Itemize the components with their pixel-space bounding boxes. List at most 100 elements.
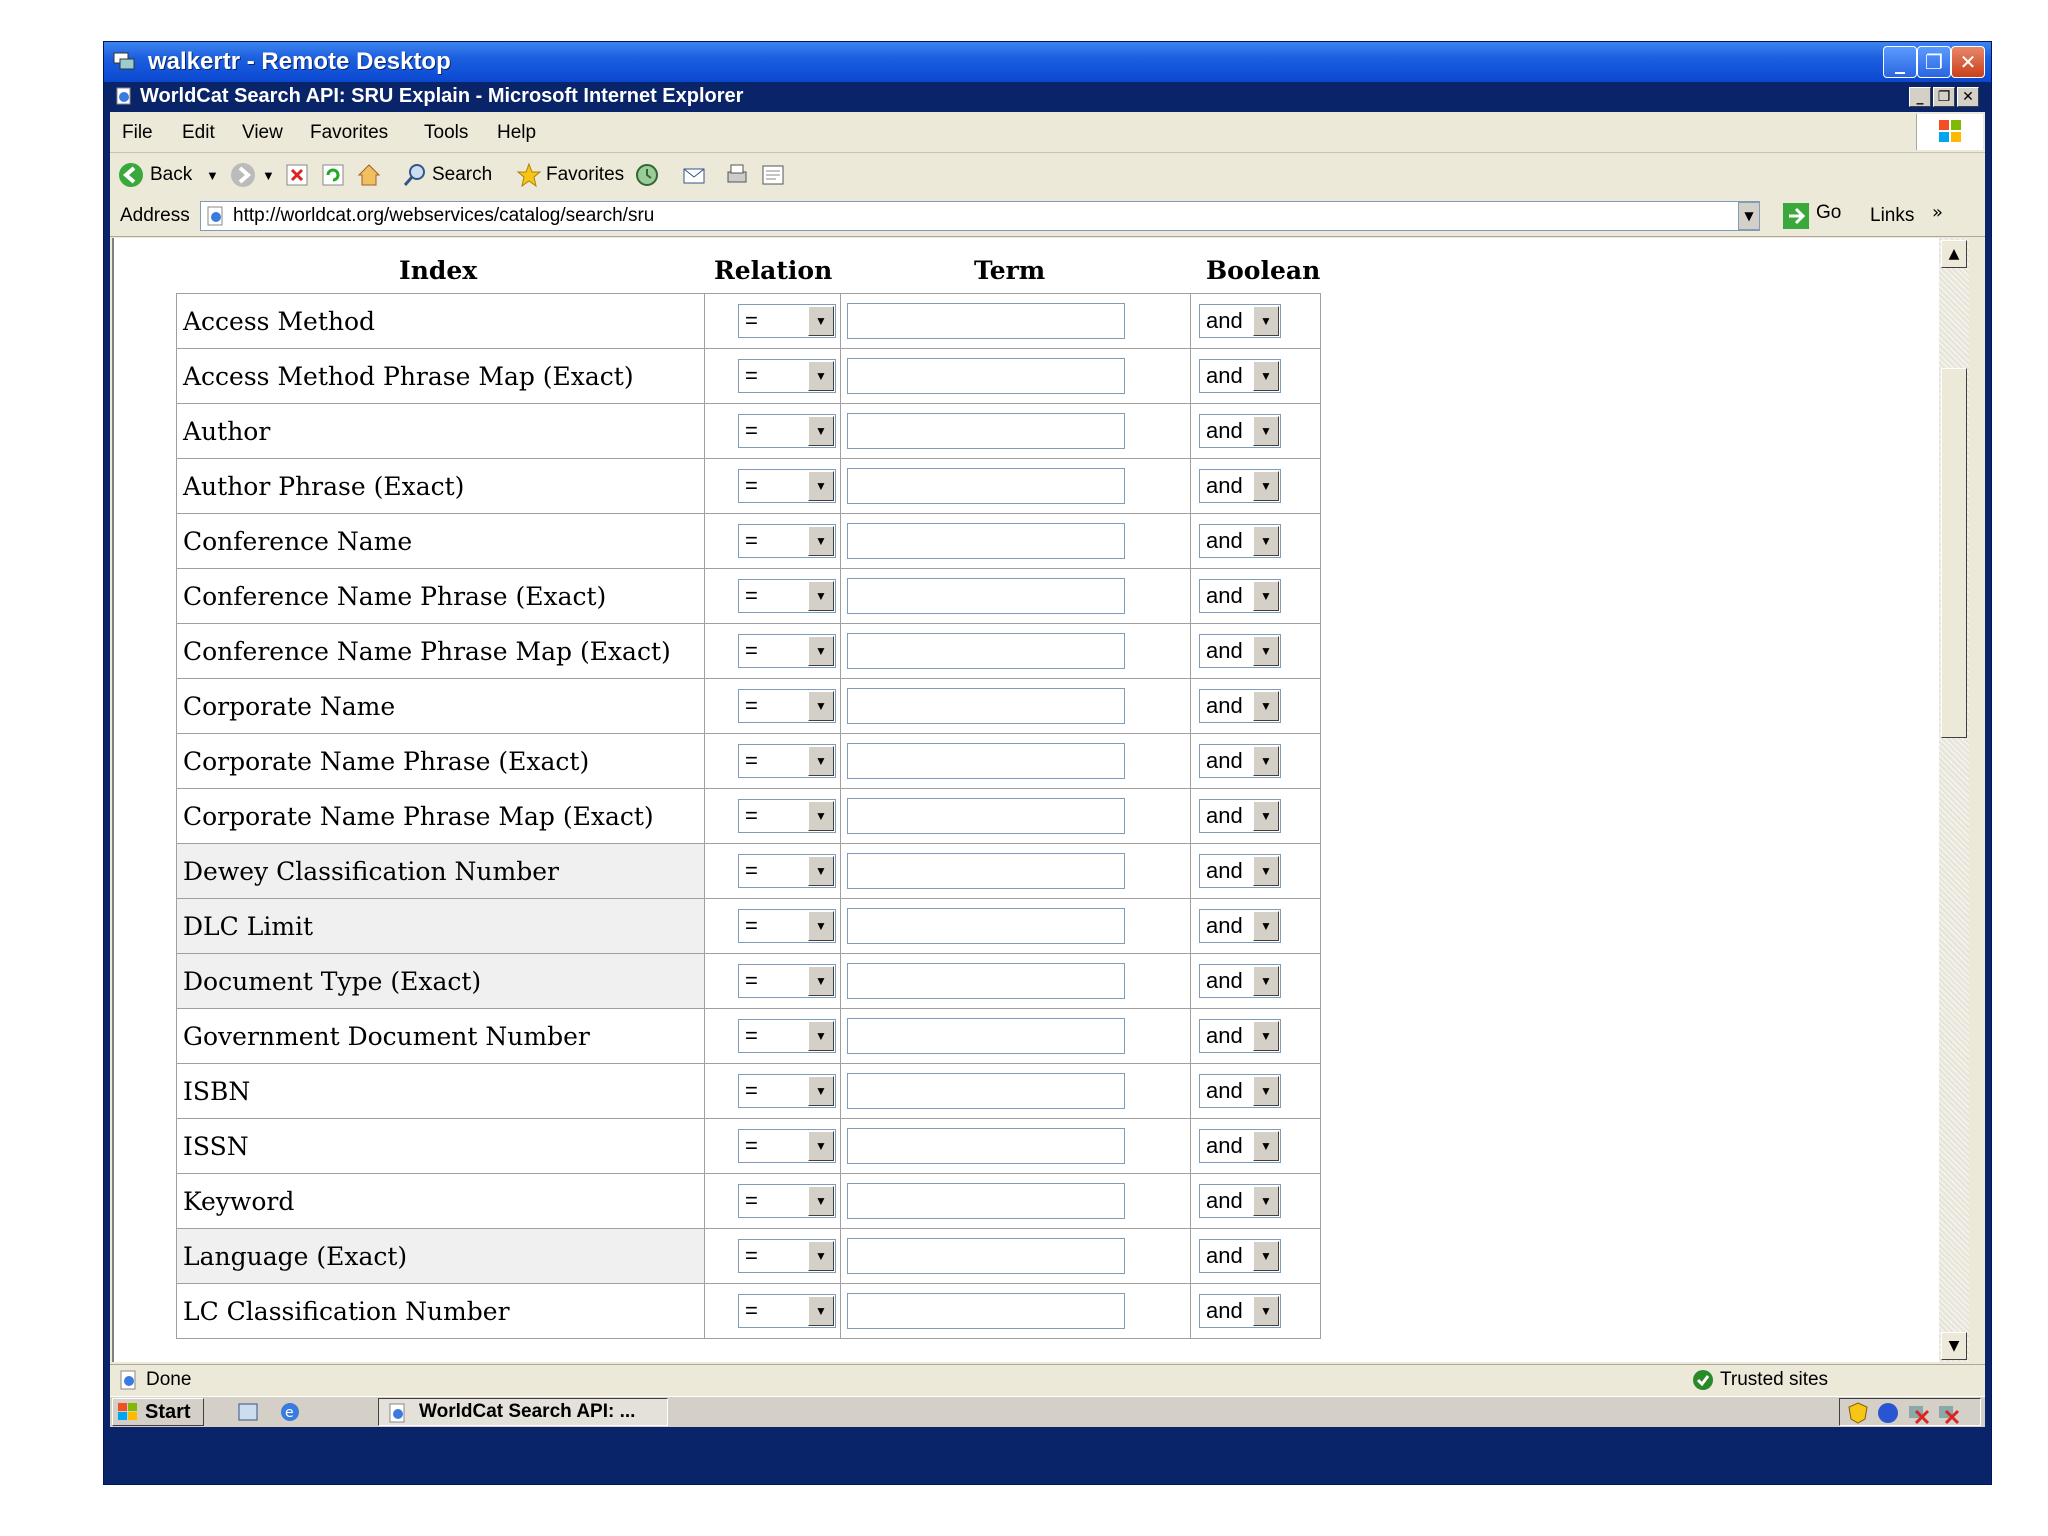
term-input[interactable] [847,413,1125,449]
dropdown-arrow-icon[interactable]: ▼ [808,361,834,391]
boolean-select[interactable]: and ▼ [1199,799,1281,833]
relation-select[interactable]: = ▼ [738,634,836,668]
boolean-select[interactable]: and ▼ [1199,1129,1281,1163]
dropdown-arrow-icon[interactable]: ▼ [808,966,834,996]
back-dropdown-icon[interactable]: ▼ [206,168,219,183]
boolean-select[interactable]: and ▼ [1199,469,1281,503]
address-input[interactable]: http://worldcat.org/webservices/catalog/… [200,201,1760,231]
term-input[interactable] [847,798,1125,834]
print-icon[interactable] [724,162,750,188]
links-button[interactable]: Links [1870,205,1914,227]
relation-select[interactable]: = ▼ [738,1074,836,1108]
relation-select[interactable]: = ▼ [738,524,836,558]
home-icon[interactable] [356,162,382,188]
start-button[interactable]: Start [112,1398,204,1426]
relation-select[interactable]: = ▼ [738,579,836,613]
dropdown-arrow-icon[interactable]: ▼ [808,471,834,501]
dropdown-arrow-icon[interactable]: ▼ [1253,1021,1279,1051]
dropdown-arrow-icon[interactable]: ▼ [808,1186,834,1216]
boolean-select[interactable]: and ▼ [1199,909,1281,943]
dropdown-arrow-icon[interactable]: ▼ [1253,746,1279,776]
relation-select[interactable]: = ▼ [738,1239,836,1273]
dropdown-arrow-icon[interactable]: ▼ [1253,801,1279,831]
go-button[interactable]: Go [1816,202,1841,224]
menu-tools[interactable]: Tools [424,122,468,144]
dropdown-arrow-icon[interactable]: ▼ [1253,966,1279,996]
term-input[interactable] [847,1183,1125,1219]
mail-icon[interactable] [682,162,708,188]
boolean-select[interactable]: and ▼ [1199,579,1281,613]
boolean-select[interactable]: and ▼ [1199,1294,1281,1328]
term-input[interactable] [847,1018,1125,1054]
boolean-select[interactable]: and ▼ [1199,634,1281,668]
back-button[interactable]: Back [150,164,192,186]
term-input[interactable] [847,468,1125,504]
boolean-select[interactable]: and ▼ [1199,304,1281,338]
back-arrow-icon[interactable] [118,162,144,188]
boolean-select[interactable]: and ▼ [1199,1019,1281,1053]
relation-select[interactable]: = ▼ [738,964,836,998]
term-input[interactable] [847,963,1125,999]
boolean-select[interactable]: and ▼ [1199,524,1281,558]
dropdown-arrow-icon[interactable]: ▼ [1253,1296,1279,1326]
term-input[interactable] [847,908,1125,944]
boolean-select[interactable]: and ▼ [1199,1239,1281,1273]
menu-file[interactable]: File [122,122,153,144]
quick-launch-ie-icon[interactable]: e [278,1400,302,1424]
menu-view[interactable]: View [242,122,283,144]
favorites-star-icon[interactable] [516,162,542,188]
term-input[interactable] [847,853,1125,889]
dropdown-arrow-icon[interactable]: ▼ [808,1241,834,1271]
taskbar-ie-window-button[interactable]: WorldCat Search API: ... [378,1398,668,1426]
scroll-thumb[interactable] [1941,368,1967,738]
relation-select[interactable]: = ▼ [738,469,836,503]
address-dropdown-icon[interactable]: ▼ [1738,202,1760,230]
ie-restore-button[interactable]: ❐ [1933,87,1955,107]
forward-dropdown-icon[interactable]: ▼ [262,168,275,183]
relation-select[interactable]: = ▼ [738,1294,836,1328]
relation-select[interactable]: = ▼ [738,854,836,888]
boolean-select[interactable]: and ▼ [1199,854,1281,888]
dropdown-arrow-icon[interactable]: ▼ [808,636,834,666]
dropdown-arrow-icon[interactable]: ▼ [808,1131,834,1161]
dropdown-arrow-icon[interactable]: ▼ [1253,911,1279,941]
dropdown-arrow-icon[interactable]: ▼ [808,416,834,446]
rdp-restore-button[interactable]: ❐ [1917,46,1951,78]
links-chevron-icon[interactable]: » [1932,202,1943,223]
dropdown-arrow-icon[interactable]: ▼ [808,746,834,776]
boolean-select[interactable]: and ▼ [1199,964,1281,998]
quick-launch-desktop-icon[interactable] [236,1400,260,1424]
rdp-close-button[interactable]: ✕ [1951,46,1985,78]
relation-select[interactable]: = ▼ [738,689,836,723]
term-input[interactable] [847,358,1125,394]
term-input[interactable] [847,1073,1125,1109]
stop-icon[interactable] [284,162,310,188]
favorites-button[interactable]: Favorites [546,164,624,186]
go-arrow-icon[interactable] [1782,202,1810,230]
boolean-select[interactable]: and ▼ [1199,359,1281,393]
dropdown-arrow-icon[interactable]: ▼ [808,1021,834,1051]
term-input[interactable] [847,578,1125,614]
dropdown-arrow-icon[interactable]: ▼ [808,691,834,721]
menu-help[interactable]: Help [497,122,536,144]
search-icon[interactable] [402,162,428,188]
ie-minimize-button[interactable]: _ [1909,87,1931,107]
disconnected-network-icon[interactable] [1906,1401,1930,1425]
dropdown-arrow-icon[interactable]: ▼ [1253,581,1279,611]
term-input[interactable] [847,523,1125,559]
dropdown-arrow-icon[interactable]: ▼ [1253,856,1279,886]
dropdown-arrow-icon[interactable]: ▼ [1253,691,1279,721]
dropdown-arrow-icon[interactable]: ▼ [1253,1076,1279,1106]
relation-select[interactable]: = ▼ [738,909,836,943]
dropdown-arrow-icon[interactable]: ▼ [1253,471,1279,501]
term-input[interactable] [847,1128,1125,1164]
boolean-select[interactable]: and ▼ [1199,414,1281,448]
disconnected-network-icon-2[interactable] [1936,1401,1960,1425]
search-button[interactable]: Search [432,164,492,186]
relation-select[interactable]: = ▼ [738,359,836,393]
ie-close-button[interactable]: ✕ [1957,87,1979,107]
term-input[interactable] [847,743,1125,779]
dropdown-arrow-icon[interactable]: ▼ [808,1076,834,1106]
dropdown-arrow-icon[interactable]: ▼ [808,581,834,611]
dropdown-arrow-icon[interactable]: ▼ [1253,636,1279,666]
